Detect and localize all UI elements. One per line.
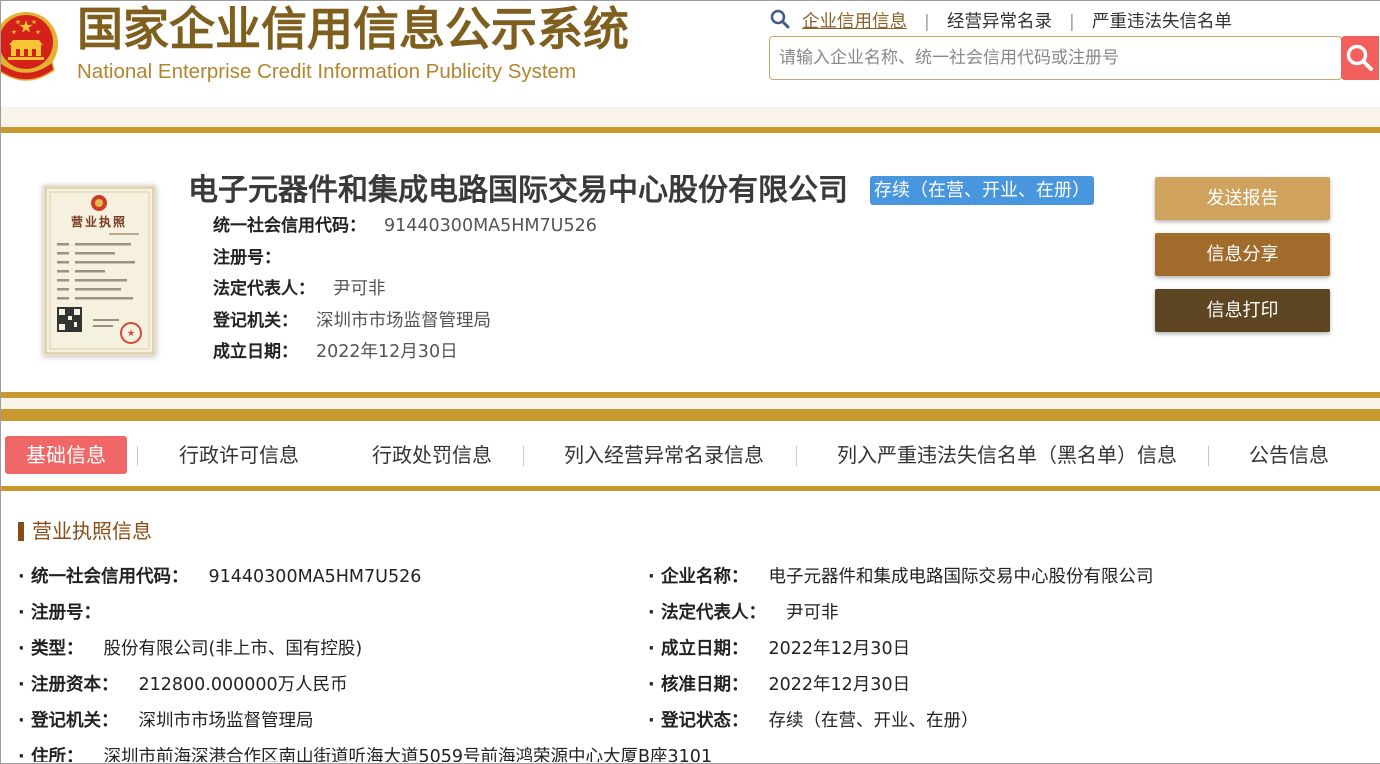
license-info-right-column: · 企业名称： 电子元器件和集成电路国际交易中心股份有限公司 · 法定代表人： …: [648, 559, 1154, 739]
bullet: ·: [18, 603, 25, 623]
info-label: 核准日期：: [661, 675, 749, 695]
info-row-registration-status: · 登记状态： 存续（在营、开业、在册）: [648, 703, 1154, 739]
nav-link-enterprise-credit[interactable]: 企业信用信息: [802, 10, 907, 34]
nav-link-abnormal-list[interactable]: 经营异常名录: [947, 10, 1052, 34]
tab-separator: [796, 446, 797, 466]
info-value: 深圳市前海深港合作区南山街道听海大道5059号前海鸿荣源中心大厦B座3101: [103, 747, 713, 762]
info-label: 法定代表人：: [661, 603, 766, 623]
bullet: ·: [18, 675, 25, 695]
info-label: 注册号：: [31, 603, 101, 623]
print-info-button[interactable]: 信息打印: [1155, 289, 1330, 332]
section-marker: [18, 522, 24, 541]
tab-separator: [137, 446, 138, 466]
site-header: 国家企业信用信息公示系统 National Enterprise Credit …: [0, 0, 1380, 107]
bullet: ·: [18, 747, 25, 762]
gold-divider: [0, 127, 1380, 133]
info-label: 统一社会信用代码：: [31, 567, 189, 587]
tab-separator: [1208, 446, 1209, 466]
nav-separator: |: [924, 12, 930, 32]
company-name: 电子元器件和集成电路国际交易中心股份有限公司: [188, 173, 848, 208]
bullet: ·: [18, 567, 25, 587]
qr-code: [57, 307, 82, 332]
field-label: 法定代表人：: [213, 279, 315, 299]
field-value: 深圳市市场监督管理局: [316, 310, 491, 331]
bullet: ·: [648, 603, 655, 623]
info-row-registration-number: · 注册号：: [18, 595, 712, 631]
share-info-button[interactable]: 信息分享: [1155, 233, 1330, 276]
company-summary-fields: 统一社会信用代码： 91440300MA5HM7U526 注册号： 法定代表人：…: [213, 211, 597, 369]
info-value: 深圳市市场监督管理局: [138, 711, 314, 731]
tab-separator: [523, 446, 524, 466]
summary-field-establishment-date: 成立日期： 2022年12月30日: [213, 337, 597, 369]
gold-divider: [0, 486, 1380, 491]
info-row-credit-code: · 统一社会信用代码： 91440300MA5HM7U526: [18, 559, 712, 595]
tab-basic-info[interactable]: 基础信息: [5, 436, 127, 474]
search-icon[interactable]: [770, 9, 790, 29]
field-label: 登记机关：: [213, 310, 298, 331]
header-divider-strip: [0, 107, 1380, 127]
info-row-registered-capital: · 注册资本： 212800.000000万人民币: [18, 667, 712, 703]
field-label: 注册号：: [213, 247, 281, 268]
bullet: ·: [18, 639, 25, 659]
info-label: 类型：: [31, 639, 84, 659]
info-row-approval-date: · 核准日期： 2022年12月30日: [648, 667, 1154, 703]
license-info-left-column: · 统一社会信用代码： 91440300MA5HM7U526 · 注册号： · …: [18, 559, 712, 762]
send-report-button[interactable]: 发送报告: [1155, 177, 1330, 220]
info-value: 2022年12月30日: [768, 675, 911, 695]
summary-field-registration-authority: 登记机关： 深圳市市场监督管理局: [213, 306, 597, 338]
search-icon: [1346, 44, 1373, 71]
info-label: 成立日期：: [661, 639, 749, 659]
gold-divider: [0, 409, 1380, 421]
info-value: 股份有限公司(非上市、国有控股): [103, 639, 363, 659]
bullet: ·: [648, 567, 655, 587]
info-label: 住所：: [31, 747, 84, 762]
tab-announcements[interactable]: 公告信息: [1249, 436, 1329, 474]
field-value: 尹可非: [333, 279, 386, 299]
tab-administrative-license[interactable]: 行政许可信息: [179, 436, 299, 474]
info-value: 91440300MA5HM7U526: [208, 567, 422, 587]
nav-link-serious-violation-list[interactable]: 严重违法失信名单: [1092, 10, 1232, 34]
summary-field-registration-number: 注册号：: [213, 243, 597, 275]
info-row-company-name: · 企业名称： 电子元器件和集成电路国际交易中心股份有限公司: [648, 559, 1154, 595]
tab-abnormal-operation-list[interactable]: 列入经营异常名录信息: [564, 436, 764, 474]
tab-administrative-penalty[interactable]: 行政处罚信息: [372, 436, 492, 474]
info-label: 企业名称：: [661, 567, 749, 587]
info-value: 存续（在营、开业、在册）: [768, 711, 979, 731]
info-value: 电子元器件和集成电路国际交易中心股份有限公司: [768, 567, 1154, 587]
national-emblem-icon: [0, 12, 58, 81]
summary-field-credit-code: 统一社会信用代码： 91440300MA5HM7U526: [213, 211, 597, 243]
field-value: 91440300MA5HM7U526: [384, 216, 597, 236]
summary-field-legal-representative: 法定代表人： 尹可非: [213, 274, 597, 306]
field-label: 成立日期：: [213, 342, 298, 362]
info-value: 212800.000000万人民币: [138, 675, 348, 695]
section-divider-strip: [0, 398, 1380, 409]
site-title: 国家企业信用信息公示系统: [77, 2, 629, 56]
bullet: ·: [648, 639, 655, 659]
info-row-address: · 住所： 深圳市前海深港合作区南山街道听海大道5059号前海鸿荣源中心大厦B座…: [18, 739, 712, 762]
search-bar: [769, 36, 1379, 80]
search-button[interactable]: [1341, 36, 1379, 80]
license-heading: 营业执照: [71, 214, 127, 229]
info-value: 2022年12月30日: [768, 639, 911, 659]
search-input[interactable]: [769, 36, 1342, 80]
site-subtitle: National Enterprise Credit Information P…: [77, 60, 577, 83]
field-label: 统一社会信用代码：: [213, 216, 366, 236]
field-value: 2022年12月30日: [316, 342, 458, 362]
bullet: ·: [648, 675, 655, 695]
bullet: ·: [18, 711, 25, 731]
status-badge: 存续（在营、开业、在册）: [870, 176, 1094, 205]
nav-separator: |: [1069, 12, 1075, 32]
business-license-image[interactable]: 营业执照: [43, 185, 156, 356]
info-label: 注册资本：: [31, 675, 119, 695]
bullet: ·: [648, 711, 655, 731]
info-row-registration-authority: · 登记机关： 深圳市市场监督管理局: [18, 703, 712, 739]
section-title: 营业执照信息: [32, 519, 152, 543]
info-label: 登记机关：: [31, 711, 119, 731]
info-row-establishment-date: · 成立日期： 2022年12月30日: [648, 631, 1154, 667]
tab-serious-violation-blacklist[interactable]: 列入严重违法失信名单（黑名单）信息: [837, 436, 1177, 474]
info-row-legal-representative: · 法定代表人： 尹可非: [648, 595, 1154, 631]
info-value: 尹可非: [786, 603, 839, 623]
info-row-type: · 类型： 股份有限公司(非上市、国有控股): [18, 631, 712, 667]
info-label: 登记状态：: [661, 711, 749, 731]
